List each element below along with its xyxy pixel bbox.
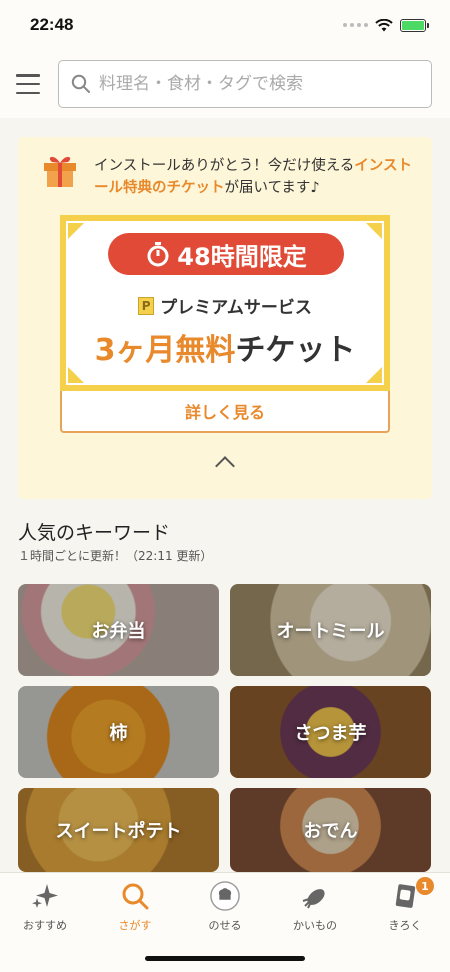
- chevron-up-icon[interactable]: [215, 456, 235, 476]
- keyword-tile[interactable]: 柿: [18, 686, 219, 778]
- gift-icon: [44, 156, 76, 187]
- status-icons: [343, 18, 429, 32]
- free-ticket-text: 3ヶ月無料チケット: [94, 333, 356, 368]
- popular-keywords-title: 人気のキーワード: [18, 522, 171, 544]
- chef-hat-icon: [210, 881, 240, 911]
- status-bar: 22:48: [0, 0, 450, 50]
- limit-badge: 48時間限定: [108, 233, 344, 275]
- limit-text: 48時間限定: [177, 242, 307, 271]
- detail-button[interactable]: 詳しく見る: [60, 391, 390, 433]
- premium-badge-icon: P: [138, 296, 155, 315]
- tab-sagasu[interactable]: さがす: [90, 881, 180, 937]
- tab-label: さがす: [118, 919, 152, 932]
- tab-label: おすすめ: [23, 919, 67, 932]
- status-time: 22:48: [30, 15, 74, 34]
- battery-icon: [400, 18, 429, 32]
- menu-icon[interactable]: [16, 74, 40, 94]
- premium-ticket[interactable]: 48時間限定 P プレミアムサービス 3ヶ月無料チケット: [60, 215, 390, 391]
- tab-label: きろく: [388, 919, 422, 932]
- promo-banner: インストールありがとう！今だけ使えるインストール特典のチケットが届いてます♪ 4…: [18, 137, 432, 499]
- premium-label: プレミアムサービス: [160, 298, 312, 318]
- signal-icon: [343, 23, 368, 27]
- promo-message: インストールありがとう！今だけ使えるインストール特典のチケットが届いてます♪: [94, 158, 412, 196]
- search-icon: [120, 881, 150, 911]
- tab-kiroku[interactable]: 1 きろく: [360, 877, 450, 937]
- tab-label: のせる: [208, 919, 242, 932]
- notification-badge: 1: [416, 877, 434, 895]
- wifi-icon: [375, 18, 393, 31]
- sparkle-icon: [30, 881, 60, 911]
- keyword-tile[interactable]: スイートポテト: [18, 788, 219, 872]
- timer-icon: [147, 242, 169, 267]
- tab-kaimono[interactable]: かいもの: [270, 881, 360, 937]
- home-indicator: [145, 956, 305, 961]
- search-icon: [71, 74, 90, 93]
- vegetable-icon: [300, 881, 330, 911]
- keyword-tile[interactable]: お弁当: [18, 584, 219, 676]
- keyword-tile[interactable]: おでん: [230, 788, 431, 872]
- premium-service-line: P プレミアムサービス: [66, 293, 384, 318]
- header: [0, 50, 450, 118]
- tab-osusume[interactable]: おすすめ: [0, 881, 90, 937]
- keyword-tile[interactable]: さつま芋: [230, 686, 431, 778]
- search-input[interactable]: [99, 74, 349, 94]
- tab-label: かいもの: [293, 919, 337, 932]
- search-box[interactable]: [58, 60, 432, 108]
- keyword-tile[interactable]: オートミール: [230, 584, 431, 676]
- tab-noseru[interactable]: のせる: [180, 881, 270, 937]
- popular-keywords-subtitle: １時間ごとに更新！（22:11 更新）: [18, 549, 213, 563]
